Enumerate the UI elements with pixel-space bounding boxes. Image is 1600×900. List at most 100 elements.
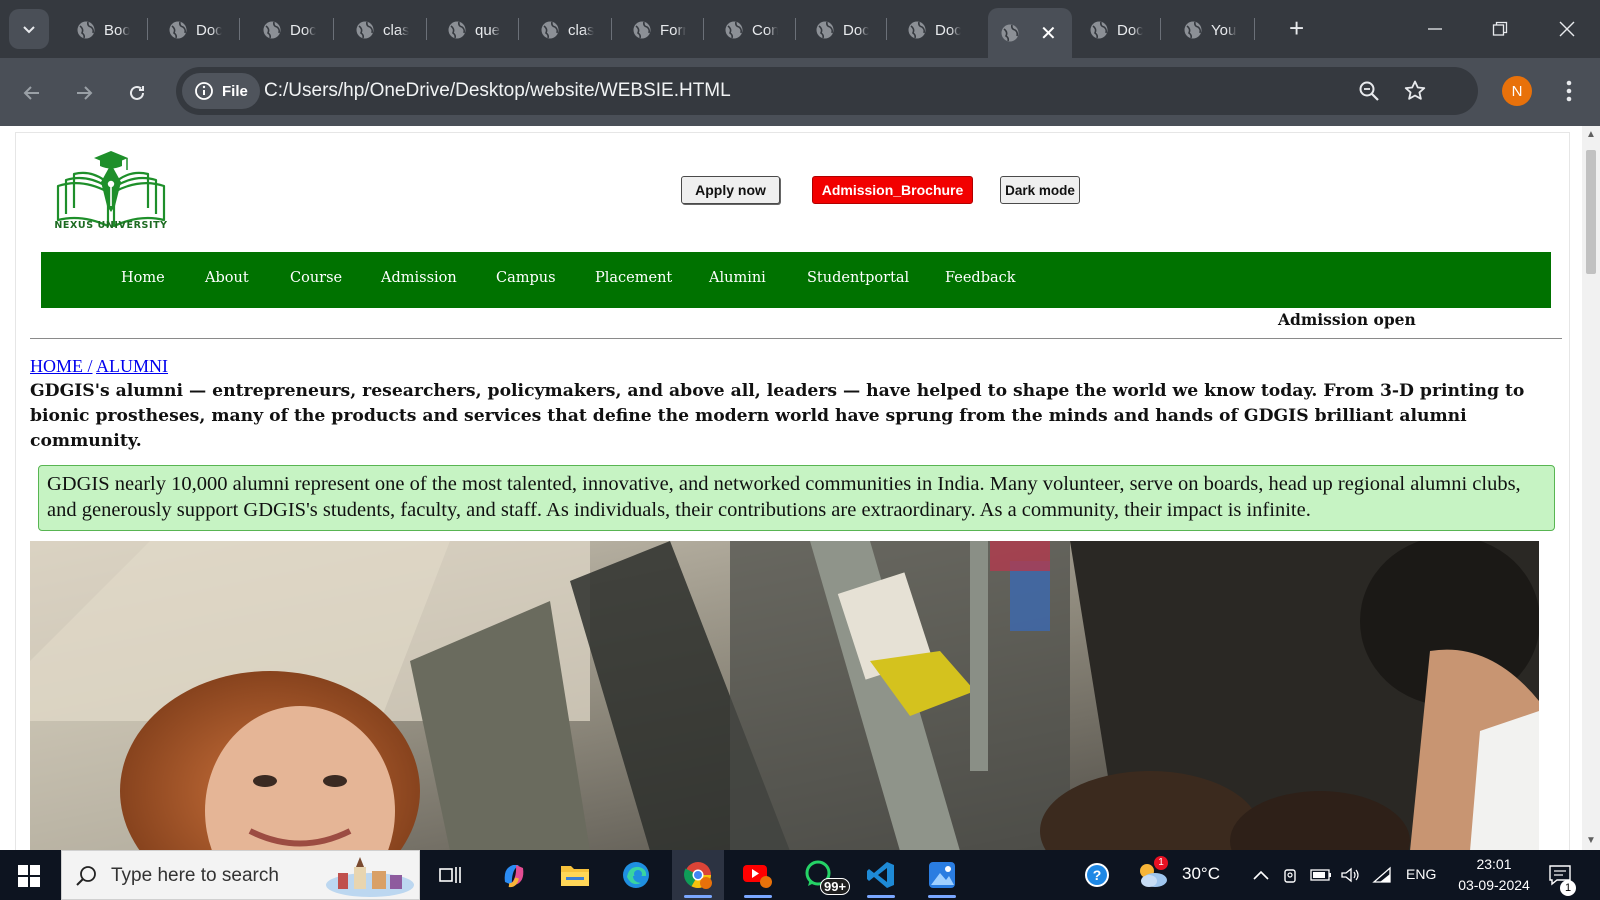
task-view-button[interactable]: [425, 850, 477, 900]
tab-title: Doc: [196, 21, 222, 39]
nav-campus[interactable]: Campus: [496, 270, 556, 286]
tab-search-button[interactable]: [9, 9, 49, 49]
reload-icon: [130, 85, 144, 100]
tab-title: You: [1211, 21, 1237, 39]
tab-item[interactable]: Doc: [250, 10, 316, 50]
vscode-app[interactable]: [855, 850, 907, 900]
tab-item[interactable]: clas: [343, 10, 409, 50]
volume-icon[interactable]: [1340, 866, 1362, 884]
notification-count-badge: 1: [1560, 880, 1576, 896]
youtube-icon: [743, 865, 772, 888]
admission-brochure-button[interactable]: Admission_Brochure: [812, 176, 973, 204]
copilot-app[interactable]: [488, 850, 540, 900]
tab-item[interactable]: Doc: [895, 10, 961, 50]
globe-icon: [448, 21, 466, 39]
close-window-button[interactable]: [1552, 14, 1582, 44]
photos-icon: [929, 862, 955, 888]
nav-feedback[interactable]: Feedback: [945, 270, 1016, 286]
globe-icon: [1001, 24, 1019, 42]
tab-separator: [703, 18, 704, 40]
svg-text:?: ?: [1093, 867, 1102, 883]
close-tab-icon[interactable]: ✕: [1040, 21, 1057, 46]
edge-app[interactable]: [610, 850, 662, 900]
page-scrollbar[interactable]: ▲ ▼: [1582, 126, 1600, 850]
url-text[interactable]: C:/Users/hp/OneDrive/Desktop/website/WEB…: [264, 80, 731, 102]
tab-item[interactable]: Doc: [1077, 10, 1143, 50]
tab-item[interactable]: Doc: [156, 10, 222, 50]
alumni-highlight-text: GDGIS nearly 10,000 alumni represent one…: [47, 473, 1521, 521]
marquee-divider: [30, 338, 1562, 339]
nav-studentportal[interactable]: Studentportal: [807, 270, 909, 286]
browser-menu-button[interactable]: [1554, 76, 1584, 106]
tab-item[interactable]: Con: [712, 10, 778, 50]
address-bar[interactable]: File C:/Users/hp/OneDrive/Desktop/websit…: [176, 67, 1478, 115]
site-chip-label: File: [222, 82, 248, 100]
taskbar-search-box[interactable]: Type here to search: [61, 850, 420, 900]
tab-separator: [795, 18, 796, 40]
wifi-icon[interactable]: [1372, 866, 1394, 884]
battery-icon[interactable]: [1310, 869, 1332, 881]
reload-button[interactable]: [122, 78, 152, 108]
bookmark-star-icon[interactable]: [1402, 78, 1428, 104]
weather-alert-badge: 1: [1154, 856, 1168, 870]
dark-mode-button[interactable]: Dark mode: [1000, 176, 1080, 204]
whatsapp-badge: 99+: [820, 878, 851, 895]
tab-item[interactable]: que: [435, 10, 501, 50]
scroll-up-arrow-icon[interactable]: ▲: [1586, 130, 1596, 140]
tab-item[interactable]: Boo: [64, 10, 130, 50]
chrome-app[interactable]: [672, 850, 724, 900]
globe-icon: [816, 21, 834, 39]
minimize-button[interactable]: [1420, 14, 1450, 44]
nav-admission[interactable]: Admission: [381, 270, 457, 286]
clock-time[interactable]: 23:01: [1470, 856, 1518, 872]
weather-widget[interactable]: 1: [1132, 850, 1172, 900]
chevron-up-icon[interactable]: [1252, 868, 1270, 882]
file-explorer-app[interactable]: [549, 850, 601, 900]
back-button[interactable]: [17, 78, 47, 108]
photos-app[interactable]: [916, 850, 968, 900]
weather-temperature[interactable]: 30°C: [1182, 864, 1220, 884]
globe-icon: [541, 21, 559, 39]
windows-taskbar: Type here to search 99+ ? 1 30°C ENG 23:…: [0, 850, 1600, 900]
tab-active[interactable]: ✕: [988, 8, 1072, 58]
windows-start-icon[interactable]: [18, 865, 40, 887]
language-indicator[interactable]: ENG: [1406, 866, 1436, 882]
main-navbar: Home About Course Admission Campus Place…: [41, 252, 1551, 308]
breadcrumb-home-link[interactable]: HOME /: [30, 356, 93, 376]
tab-item[interactable]: clas: [528, 10, 594, 50]
forward-button[interactable]: [69, 78, 99, 108]
apply-now-button[interactable]: Apply now: [681, 176, 780, 204]
tab-item[interactable]: Doc: [803, 10, 869, 50]
nav-alumini[interactable]: Alumini: [709, 270, 766, 286]
tab-item[interactable]: Forr: [620, 10, 686, 50]
help-tray-button[interactable]: ?: [1072, 850, 1122, 900]
new-tab-button[interactable]: +: [1289, 14, 1304, 42]
tab-title: Doc: [935, 21, 961, 39]
tab-item[interactable]: You: [1171, 10, 1237, 50]
breadcrumb-alumni-link[interactable]: ALUMNI: [96, 356, 168, 376]
info-icon: [195, 82, 213, 100]
copilot-icon: [504, 865, 524, 888]
tab-separator: [239, 18, 240, 40]
youtube-app[interactable]: [732, 850, 784, 900]
whatsapp-app[interactable]: 99+: [794, 850, 851, 900]
clock-date[interactable]: 03-09-2024: [1454, 877, 1534, 893]
nav-course[interactable]: Course: [290, 270, 342, 286]
vscode-icon: [867, 862, 894, 888]
task-view-icon: [439, 867, 461, 883]
restore-button[interactable]: [1485, 14, 1515, 44]
tab-title: clas: [568, 21, 594, 39]
browser-toolbar: File C:/Users/hp/OneDrive/Desktop/websit…: [0, 58, 1600, 126]
tab-title: Doc: [290, 21, 316, 39]
nav-home[interactable]: Home: [121, 270, 165, 286]
close-icon: [1559, 21, 1575, 37]
site-info-chip[interactable]: File: [182, 73, 260, 109]
browser-tab-bar: Boo Doc Doc clas que clas Forr Con Doc Doc ✕ Doc You…: [0, 0, 1600, 58]
scroll-down-arrow-icon[interactable]: ▼: [1586, 836, 1596, 846]
zoom-icon[interactable]: [1356, 78, 1382, 104]
nav-about[interactable]: About: [205, 270, 249, 286]
scroll-thumb[interactable]: [1586, 150, 1596, 274]
nav-placement[interactable]: Placement: [595, 270, 672, 286]
meet-now-icon[interactable]: [1282, 866, 1300, 884]
profile-avatar[interactable]: N: [1502, 76, 1532, 106]
